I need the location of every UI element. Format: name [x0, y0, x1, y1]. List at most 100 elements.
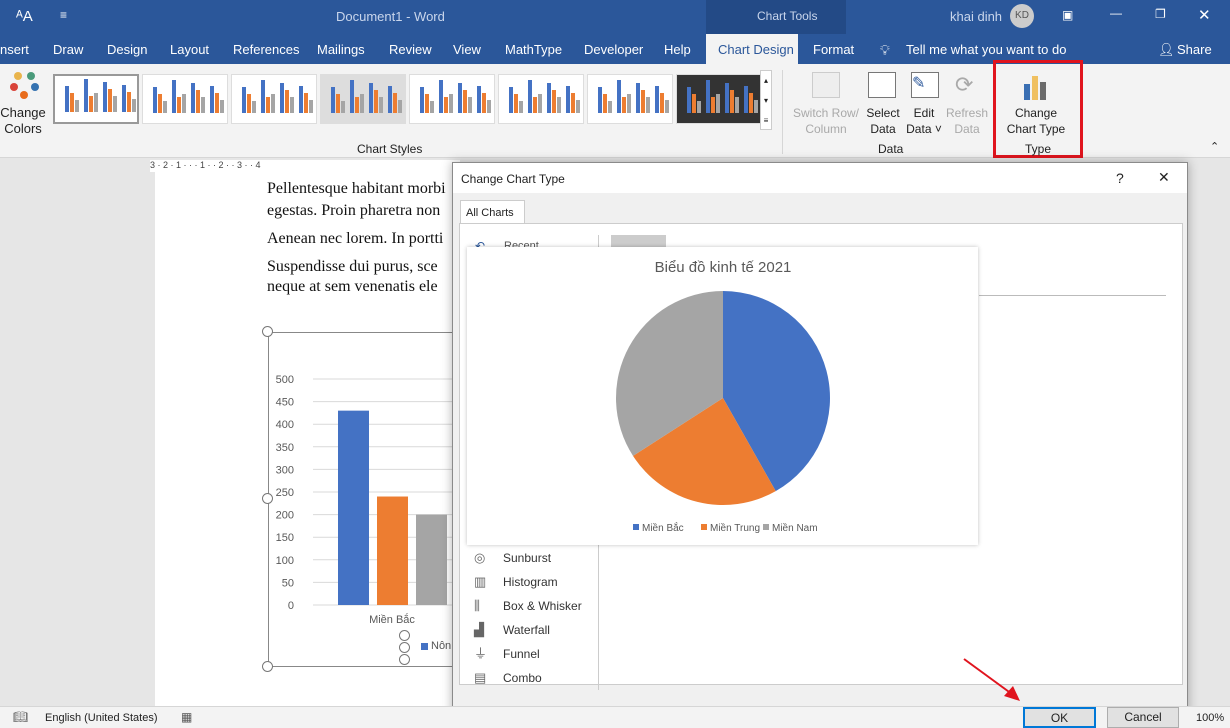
change-colors-button[interactable]: Change Colors: [0, 105, 46, 137]
y-tick-label: 350: [276, 442, 294, 454]
legend-swatch: [763, 524, 769, 530]
chart-type-funnel[interactable]: Funnel: [503, 647, 540, 661]
chart-tools-label: Chart Tools: [757, 9, 818, 23]
collapse-ribbon-icon[interactable]: ⌃: [1210, 140, 1219, 153]
refresh-data-button[interactable]: Refresh Data: [946, 105, 988, 137]
bar[interactable]: [377, 496, 408, 605]
y-tick-label: 500: [276, 374, 294, 386]
accessibility-icon[interactable]: ▦: [181, 710, 192, 724]
chart-preview: Biểu đồ kinh tế 2021 Miền Bắc Miền Trung Mi…: [467, 247, 978, 545]
chart-style-1[interactable]: [53, 74, 139, 124]
legend-handle[interactable]: [399, 642, 410, 653]
chart-type-waterfall[interactable]: Waterfall: [503, 623, 550, 637]
dialog-close-button[interactable]: ✕: [1158, 169, 1170, 186]
resize-handle[interactable]: [262, 326, 273, 337]
bar[interactable]: [338, 410, 369, 605]
chart-style-8[interactable]: [676, 74, 762, 124]
x-category-label: Miền Bắc: [369, 613, 415, 626]
label: Chart Type: [1006, 122, 1066, 136]
tab-format[interactable]: Format: [813, 42, 854, 57]
chart-style-2[interactable]: [142, 74, 228, 124]
chart-title: Biểu đồ kinh tế 2021: [655, 259, 792, 276]
share-button[interactable]: Share: [1177, 42, 1212, 57]
tab-review[interactable]: Review: [389, 42, 432, 57]
y-tick-label: 0: [288, 600, 294, 612]
tab-help[interactable]: Help: [664, 42, 691, 57]
legend-label: Miền Bắc: [642, 521, 684, 534]
title-bar: ᴬA ≡ Document1 - Word Chart Tools khai d…: [0, 0, 1230, 34]
share-icon[interactable]: 👤︎: [1158, 42, 1175, 58]
lightbulb-icon: 💡︎: [880, 42, 890, 58]
tab-insert[interactable]: nsert: [0, 42, 29, 57]
label: Change: [1014, 106, 1058, 120]
zoom-level[interactable]: 100%: [1196, 712, 1224, 724]
chart-style-3[interactable]: [231, 74, 317, 124]
change-chart-type-icon: [1024, 74, 1048, 100]
tab-design[interactable]: Design: [107, 42, 147, 57]
minimize-icon[interactable]: —: [1110, 6, 1122, 20]
box-whisker-icon: ⫼: [474, 598, 480, 613]
chart-type-sunburst[interactable]: Sunburst: [503, 551, 551, 565]
legend-label: Miền Nam: [772, 522, 818, 534]
label: Edit: [913, 106, 935, 120]
proofing-icon[interactable]: 📖︎: [13, 710, 28, 724]
chart-type-box-whisker[interactable]: Box & Whisker: [503, 599, 582, 613]
y-tick-label: 300: [276, 464, 294, 476]
tell-me-search[interactable]: Tell me what you want to do: [906, 42, 1066, 57]
label: Select: [866, 106, 900, 120]
tab-layout[interactable]: Layout: [170, 42, 209, 57]
resize-handle[interactable]: [262, 661, 273, 672]
switch-row-column-button[interactable]: Switch Row/Column: [790, 105, 862, 137]
resize-handle[interactable]: [262, 493, 273, 504]
tab-view[interactable]: View: [453, 42, 481, 57]
customize-qat-icon[interactable]: ≡: [60, 8, 67, 22]
chart-type-histogram[interactable]: Histogram: [503, 575, 558, 589]
sunburst-icon: ◎: [474, 550, 486, 565]
select-data-icon: [868, 72, 896, 98]
bar[interactable]: [416, 514, 447, 605]
chart-style-7[interactable]: [587, 74, 673, 124]
edit-data-icon: ✎: [911, 72, 939, 98]
dialog-title: Change Chart Type: [461, 172, 565, 186]
y-tick-label: 50: [282, 577, 294, 589]
tab-mathtype[interactable]: MathType: [505, 42, 562, 57]
dialog-titlebar: Change Chart Type ? ✕: [453, 163, 1187, 193]
legend-handle[interactable]: [399, 630, 410, 641]
select-data-button[interactable]: Select Data: [864, 105, 902, 137]
gallery-scroll[interactable]: ▴ ▾ ≡: [760, 70, 772, 130]
chart-style-4[interactable]: [320, 74, 406, 124]
close-icon[interactable]: ✕: [1198, 6, 1211, 24]
tab-developer[interactable]: Developer: [584, 42, 643, 57]
help-button[interactable]: ?: [1116, 170, 1124, 186]
red-arrow-annotation: [963, 658, 1020, 701]
type-group-label: Type: [1025, 142, 1052, 156]
histogram-icon: ▥: [474, 574, 487, 589]
refresh-data-icon: ⟳: [955, 72, 974, 97]
chart-type-combo[interactable]: Combo: [503, 671, 542, 685]
tab-chart-design[interactable]: Chart Design: [706, 34, 798, 64]
tab-all-charts[interactable]: All Charts: [460, 200, 525, 224]
avatar[interactable]: KD: [1010, 4, 1034, 28]
change-chart-type-button[interactable]: Change Chart Type: [1000, 105, 1072, 137]
change-colors-icon: [10, 72, 40, 102]
y-tick-label: 400: [276, 419, 294, 431]
user-name[interactable]: khai dinh: [950, 9, 1002, 24]
chart-styles-group-label: Chart Styles: [357, 142, 423, 156]
tab-draw[interactable]: Draw: [53, 42, 83, 57]
funnel-icon: ⏚: [474, 646, 488, 661]
edit-data-button[interactable]: Edit Data ˅: [904, 105, 944, 137]
restore-icon[interactable]: ❐: [1155, 7, 1166, 21]
legend-handle[interactable]: [399, 654, 410, 665]
font-size-icon[interactable]: ᴬA: [16, 8, 33, 25]
ok-button[interactable]: OK: [1023, 707, 1096, 728]
ribbon-display-icon[interactable]: ▣: [1062, 8, 1073, 22]
label: Column: [805, 122, 847, 136]
chart-style-6[interactable]: [498, 74, 584, 124]
language-indicator[interactable]: English (United States): [45, 712, 158, 724]
tab-references[interactable]: References: [233, 42, 299, 57]
y-tick-label: 150: [276, 532, 294, 544]
label: Data: [870, 122, 896, 136]
tab-mailings[interactable]: Mailings: [317, 42, 365, 57]
chart-style-5[interactable]: [409, 74, 495, 124]
cancel-button[interactable]: Cancel: [1107, 707, 1179, 728]
